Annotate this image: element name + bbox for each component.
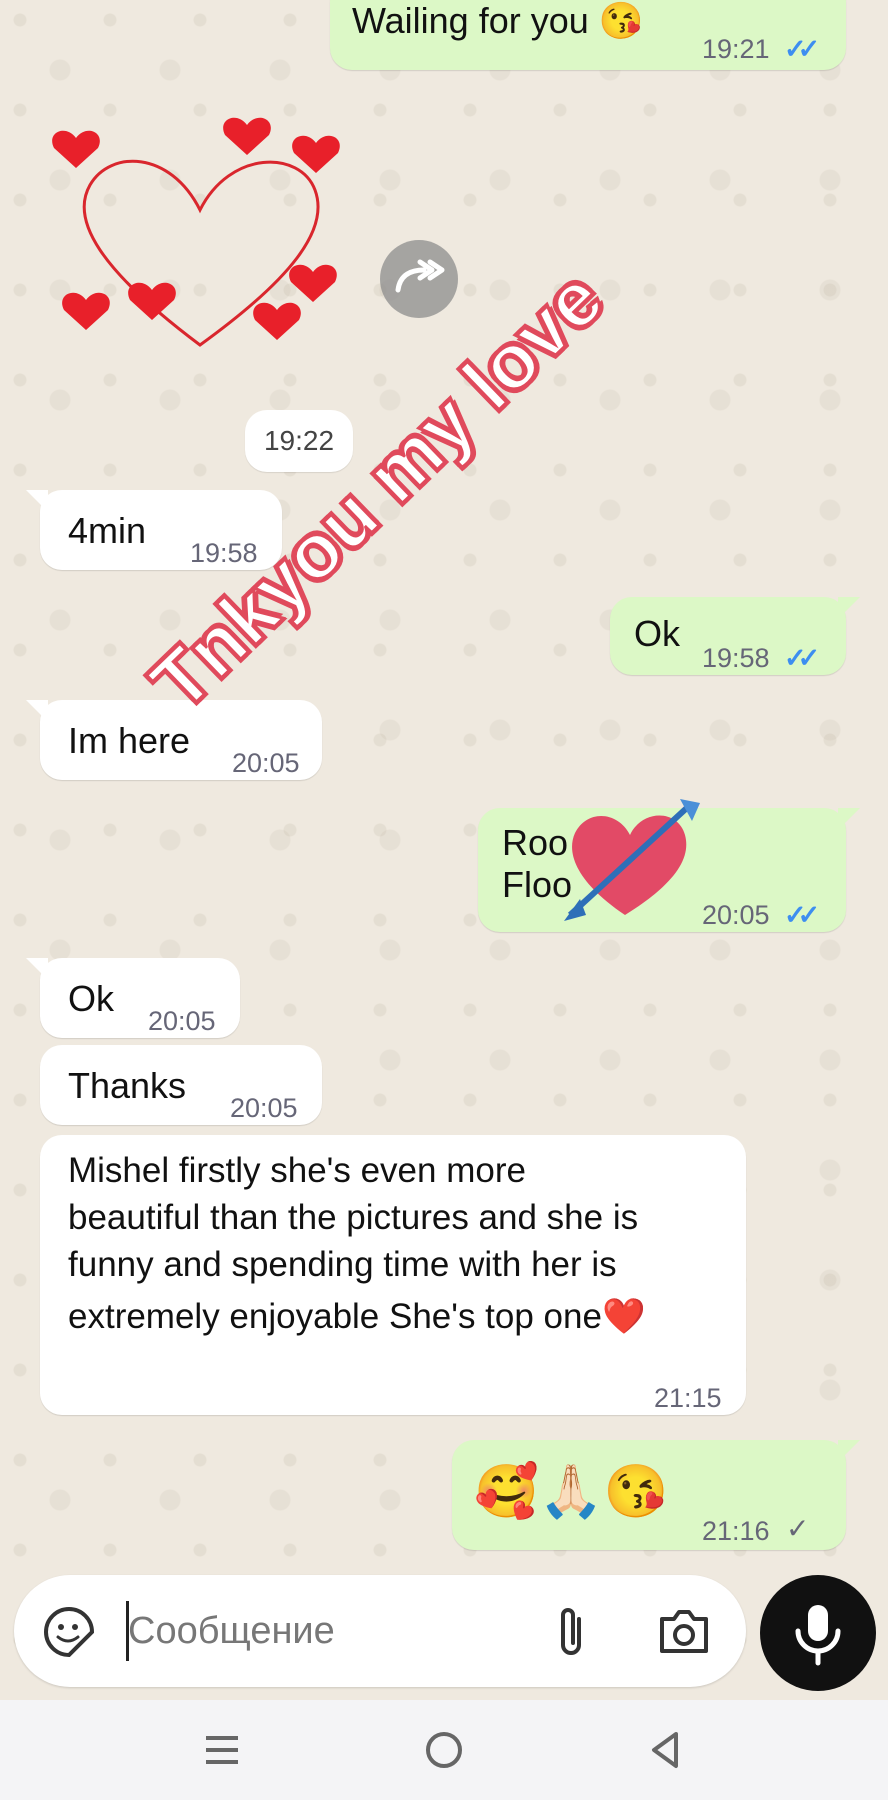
message-composer	[14, 1575, 746, 1687]
message-emoji: 🥰🙏🏻😘	[474, 1463, 669, 1521]
message-text: Im here	[68, 720, 191, 761]
message-input[interactable]	[128, 1603, 528, 1659]
heart-arrow-icon	[564, 799, 700, 921]
message-incoming[interactable]: Thanks 20:05	[40, 1045, 322, 1125]
message-time: 19:21	[702, 34, 770, 64]
message-text: Ok	[634, 613, 681, 654]
bubble-tail	[838, 597, 860, 619]
attach-button[interactable]	[544, 1601, 598, 1661]
message-incoming[interactable]: Mishel firstly she's even more beautiful…	[40, 1135, 746, 1415]
message-time: 20:05	[230, 1093, 298, 1123]
message-text: Ok	[68, 978, 115, 1019]
read-ticks-icon: ✓✓	[784, 900, 820, 930]
back-icon	[652, 1732, 678, 1768]
time-chip: 19:22	[245, 410, 353, 472]
camera-button[interactable]	[654, 1605, 714, 1659]
bubble-tail	[838, 1440, 860, 1462]
message-time: 20:05	[232, 748, 300, 778]
bubble-tail	[838, 808, 860, 830]
read-ticks-icon: ✓✓	[784, 643, 820, 673]
message-text: Wailing for you 😘	[352, 0, 644, 41]
message-time: 21:16	[702, 1516, 770, 1546]
message-text-line: Mishel firstly she's even more	[68, 1151, 526, 1190]
system-navigation-bar	[0, 1700, 888, 1800]
heart-arrow-sticker	[560, 795, 710, 925]
bubble-tail	[26, 490, 48, 512]
bubble-tail	[26, 700, 48, 722]
paperclip-icon	[561, 1608, 581, 1655]
message-incoming[interactable]: Ok 20:05	[26, 958, 240, 1038]
message-text-line: Roo	[502, 822, 569, 863]
message-outgoing[interactable]: Wailing for you 😘 19:21 ✓✓	[330, 0, 846, 70]
message-text-line: funny and spending time with her is	[68, 1245, 617, 1284]
forward-button[interactable]	[380, 240, 458, 318]
message-outgoing[interactable]: 🥰🙏🏻😘 21:16 ✓	[452, 1440, 860, 1550]
message-outgoing[interactable]: Ok 19:58 ✓✓	[610, 597, 860, 675]
message-text-line: extremely enjoyable She's top one❤️	[68, 1297, 646, 1336]
message-text-line: beautiful than the pictures and she is	[68, 1198, 639, 1237]
nav-back-button[interactable]	[644, 1728, 688, 1772]
nav-menu-button[interactable]	[200, 1730, 244, 1770]
message-time: 19:58	[702, 643, 770, 673]
message-text: 4min	[68, 510, 147, 551]
read-ticks-icon: ✓✓	[784, 34, 820, 64]
sticker-icon	[44, 1606, 95, 1658]
camera-icon	[660, 1610, 708, 1653]
home-icon	[426, 1732, 462, 1768]
forward-icon	[395, 259, 445, 293]
microphone-icon	[795, 1605, 841, 1666]
heart-sticker-image	[52, 117, 340, 347]
message-time: 20:05	[702, 900, 770, 930]
message-time: 21:15	[654, 1383, 722, 1413]
sticker-button[interactable]	[42, 1605, 96, 1659]
menu-icon	[206, 1736, 238, 1764]
voice-record-button[interactable]	[760, 1575, 876, 1691]
heart-sticker[interactable]	[40, 110, 360, 390]
message-text: Thanks	[68, 1065, 187, 1106]
nav-home-button[interactable]	[422, 1728, 466, 1772]
sent-tick-icon: ✓	[786, 1513, 810, 1544]
bubble-tail	[26, 958, 48, 980]
message-time: 20:05	[148, 1006, 216, 1036]
